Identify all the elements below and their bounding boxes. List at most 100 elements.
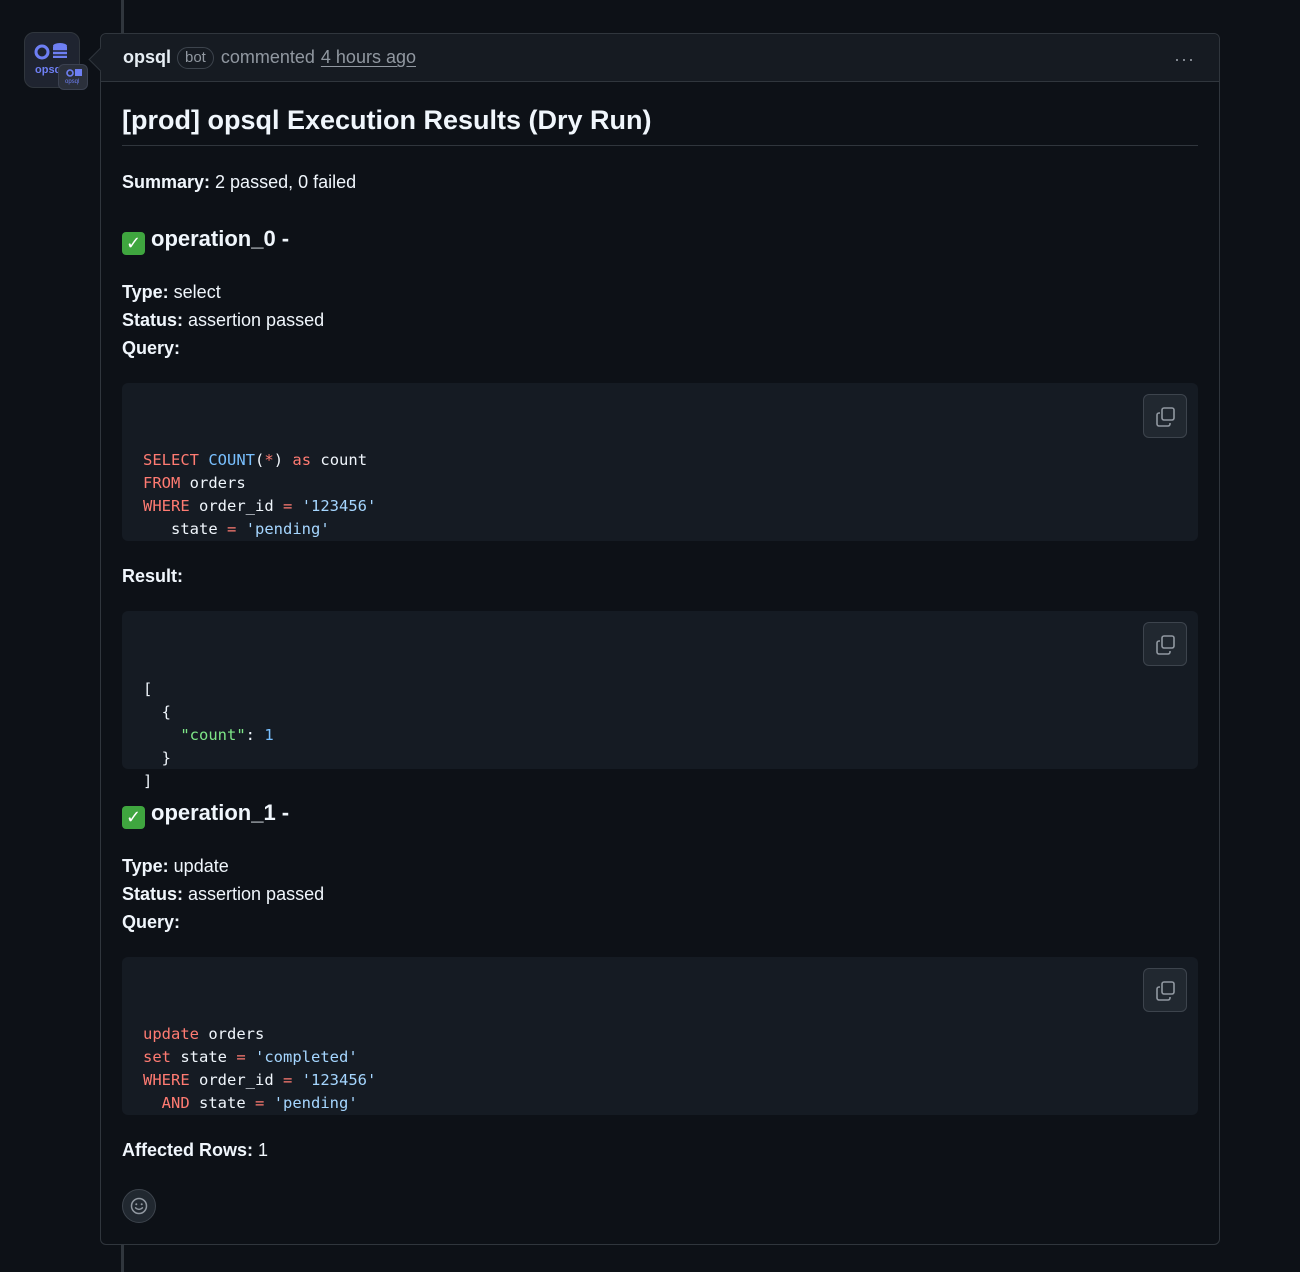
code-token: * — [264, 451, 274, 469]
query-label: Query: — [122, 912, 181, 932]
author-link[interactable]: opsql — [123, 47, 171, 68]
code-line: WHERE order_id = '123456' — [143, 495, 1177, 518]
code-block-query: SELECT COUNT(*) as count FROM orders WHERE… — [122, 383, 1198, 541]
copy-icon — [1156, 981, 1175, 1001]
code-token: : — [245, 726, 265, 744]
code-token: } — [143, 749, 171, 767]
code-token: '123456' — [301, 1071, 377, 1089]
code-token: SELECT — [143, 451, 199, 469]
status-line: Status: assertion passed — [122, 306, 1198, 334]
code-block-result: [ { "count": 1 }] — [122, 611, 1198, 790]
code-token: FROM — [143, 474, 181, 492]
code-line: "count": 1 — [143, 724, 1177, 747]
operation-heading: ✓ operation_0 - — [122, 226, 1198, 255]
code-token: AND — [161, 1094, 190, 1112]
code-content: update orders set state = 'completed' WHER… — [143, 1023, 1177, 1115]
code-line: state = 'pending' — [143, 518, 1177, 541]
status-label: Status: — [122, 310, 184, 330]
code-token: state — [171, 1048, 237, 1066]
operation-title: operation_0 - — [151, 226, 290, 251]
code-line: AND state = 'pending' — [143, 1092, 1177, 1115]
code-content: [ { "count": 1 }] — [143, 678, 1177, 793]
code-token: "count" — [180, 726, 246, 744]
type-label: Type: — [122, 282, 169, 302]
status-line: Status: assertion passed — [122, 880, 1198, 908]
code-block-query: update orders set state = 'completed' WHER… — [122, 957, 1198, 1115]
type-line: Type: select — [122, 278, 1198, 306]
code-token: = — [283, 1071, 293, 1089]
code-line: update orders — [143, 1023, 1177, 1046]
query-label-line: Query: — [122, 334, 1198, 362]
status-label: Status: — [122, 884, 184, 904]
status-value: assertion passed — [183, 884, 325, 904]
code-token: 'pending' — [273, 1094, 358, 1112]
code-token: order_id — [189, 1071, 283, 1089]
code-token: set — [143, 1048, 171, 1066]
code-token: 'completed' — [255, 1048, 358, 1066]
add-reaction-button[interactable] — [122, 1189, 156, 1223]
code-token: 'pending' — [245, 520, 330, 538]
code-token: = — [283, 497, 293, 515]
summary-label: Summary: — [122, 172, 211, 192]
code-line: { — [143, 701, 1177, 724]
comment-header: opsql bot commented 4 hours ago ··· — [101, 34, 1219, 82]
code-token: COUNT — [208, 451, 256, 469]
code-token: ] — [143, 772, 153, 790]
copy-button[interactable] — [1143, 394, 1187, 438]
query-label-line: Query: — [122, 908, 1198, 936]
code-token: state — [143, 520, 227, 538]
check-mark-icon: ✓ — [122, 806, 145, 829]
code-token: as — [292, 451, 312, 469]
kebab-icon[interactable]: ··· — [1174, 49, 1195, 70]
code-token: WHERE — [143, 1071, 190, 1089]
code-token: state — [189, 1094, 255, 1112]
code-token: '123456' — [301, 497, 377, 515]
summary-value: 2 passed, 0 failed — [210, 172, 357, 192]
code-token: 1 — [264, 726, 274, 744]
code-token: = — [236, 1048, 246, 1066]
opsql-logo-icon — [66, 69, 82, 77]
comment-box: opsql bot commented 4 hours ago ··· [pro… — [88, 33, 1220, 1245]
code-token: WHERE — [143, 497, 190, 515]
comment-title: [prod] opsql Execution Results (Dry Run) — [122, 82, 1198, 146]
code-token: count — [311, 451, 368, 469]
app-badge: opsql — [58, 64, 88, 90]
code-token: orders — [180, 474, 246, 492]
code-line: SELECT COUNT(*) as count — [143, 449, 1177, 472]
summary-line: Summary: 2 passed, 0 failed — [122, 168, 1198, 196]
code-line: } — [143, 747, 1177, 770]
code-token: = — [255, 1094, 265, 1112]
code-token: ) — [273, 451, 293, 469]
code-line: ] — [143, 770, 1177, 793]
code-token: = — [227, 520, 237, 538]
badge-label: opsql — [65, 79, 80, 85]
action-text: commented — [220, 47, 315, 67]
code-token: ( — [255, 451, 265, 469]
code-token: [ — [143, 680, 153, 698]
timestamp-link[interactable]: 4 hours ago — [321, 47, 416, 68]
copy-button[interactable] — [1143, 968, 1187, 1012]
code-line: [ — [143, 678, 1177, 701]
code-token: update — [143, 1025, 199, 1043]
smiley-icon — [130, 1197, 148, 1215]
code-line: FROM orders — [143, 472, 1177, 495]
code-line: set state = 'completed' — [143, 1046, 1177, 1069]
copy-icon — [1156, 635, 1175, 655]
copy-button[interactable] — [1143, 622, 1187, 666]
code-token: order_id — [189, 497, 283, 515]
bot-label: bot — [177, 46, 214, 69]
check-mark-icon: ✓ — [122, 232, 145, 255]
query-label: Query: — [122, 338, 181, 358]
code-token: { — [143, 703, 171, 721]
copy-icon — [1156, 407, 1175, 427]
code-line: WHERE order_id = '123456' — [143, 1069, 1177, 1092]
type-value: select — [168, 282, 221, 302]
code-content: SELECT COUNT(*) as count FROM orders WHERE… — [143, 449, 1177, 541]
